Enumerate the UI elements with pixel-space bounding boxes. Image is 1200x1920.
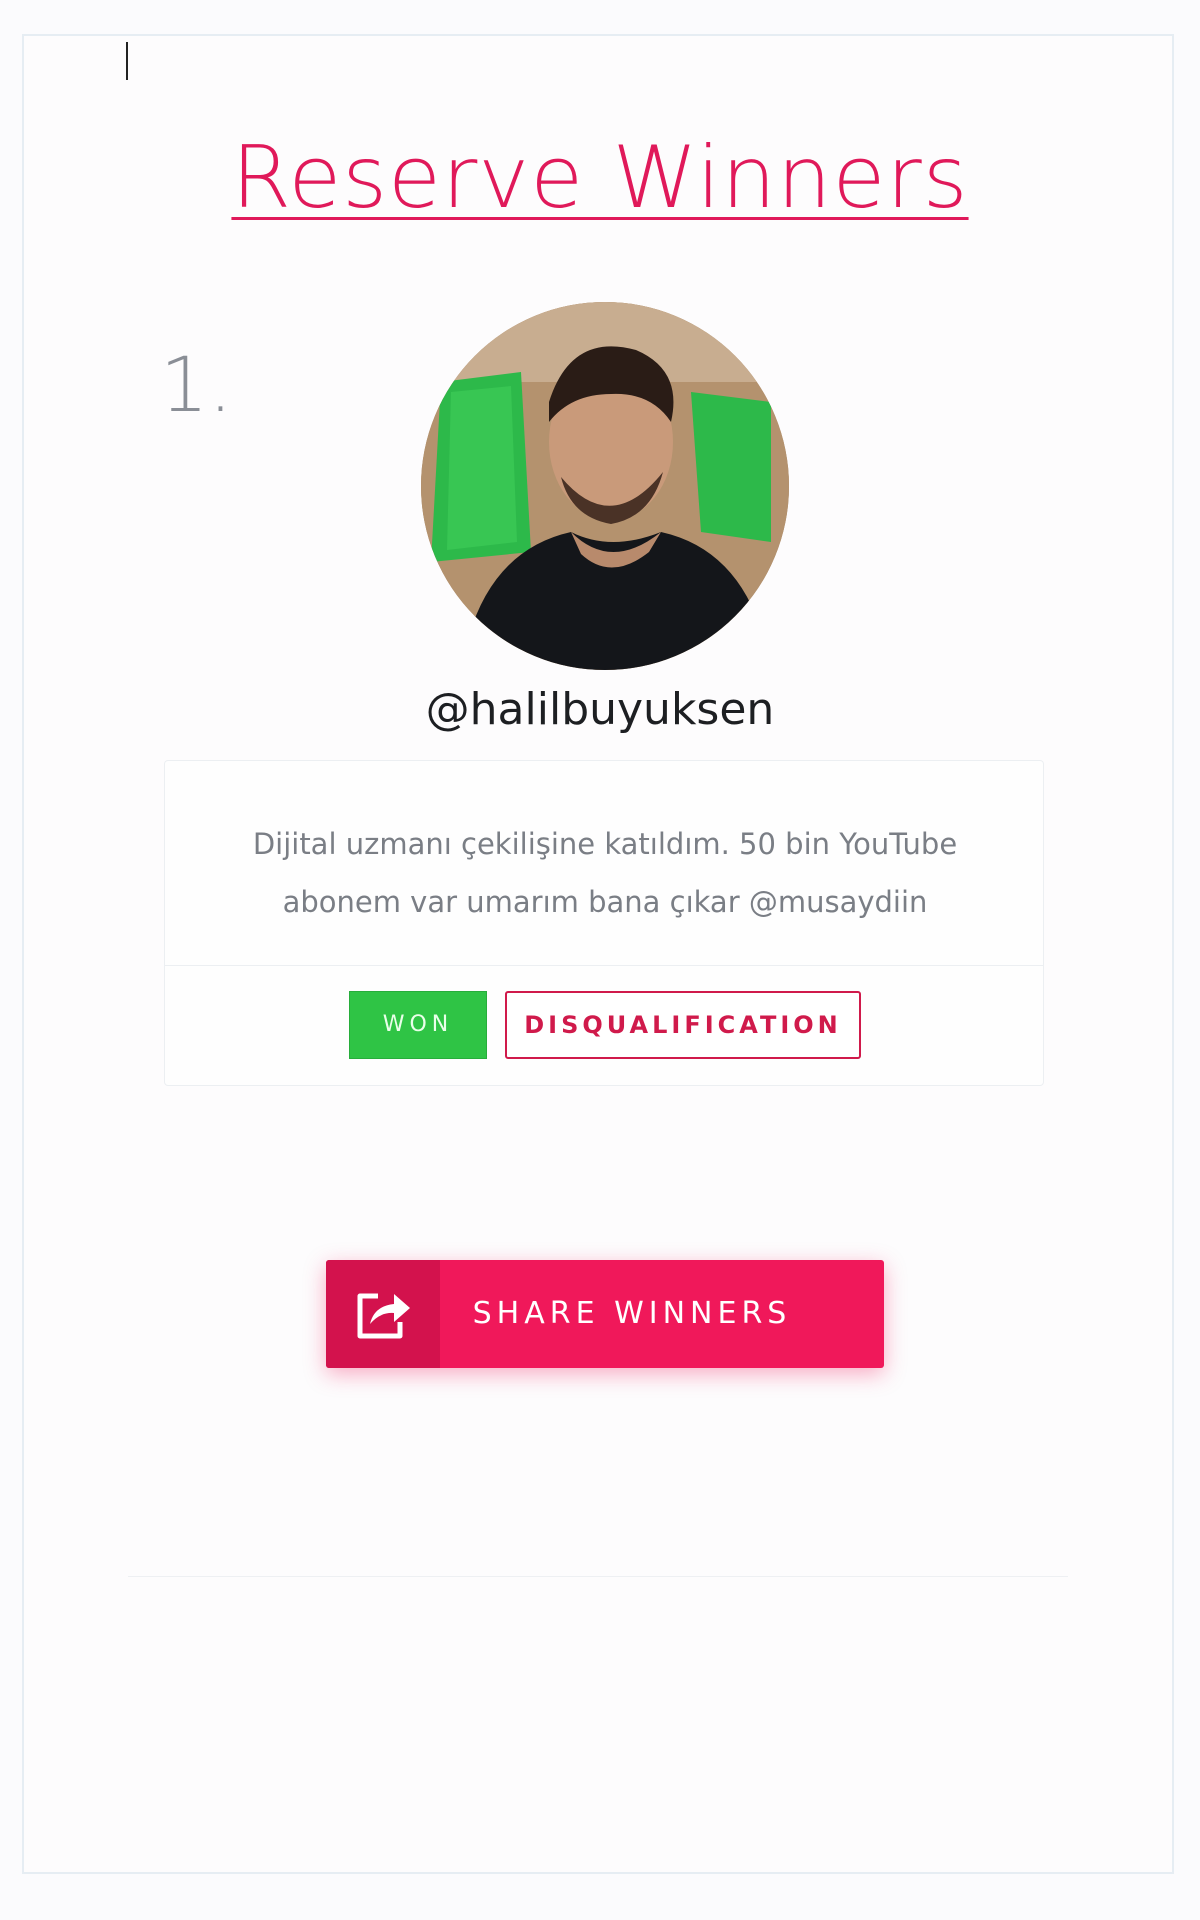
winner-rank: 1. xyxy=(160,340,233,429)
avatar xyxy=(421,302,789,670)
winner-card: Dijital uzmanı çekilişine katıldım. 50 b… xyxy=(164,760,1044,1086)
winner-username: @halilbuyuksen xyxy=(425,684,775,735)
disqualification-button[interactable]: DISQUALIFICATION xyxy=(505,991,861,1059)
page-title: Reserve Winners xyxy=(0,128,1200,228)
share-winners-label: SHARE WINNERS xyxy=(472,1296,792,1331)
card-divider xyxy=(165,965,1043,966)
bottom-divider xyxy=(128,1576,1068,1577)
won-button[interactable]: WON xyxy=(349,991,487,1059)
winner-comment: Dijital uzmanı çekilişine katıldım. 50 b… xyxy=(252,827,958,919)
share-winners-button[interactable]: SHARE WINNERS xyxy=(326,1260,884,1368)
text-cursor xyxy=(126,42,128,80)
share-icon xyxy=(357,1293,410,1339)
page-title-text: Reserve Winners xyxy=(231,128,969,228)
share-icon-box xyxy=(326,1260,440,1368)
